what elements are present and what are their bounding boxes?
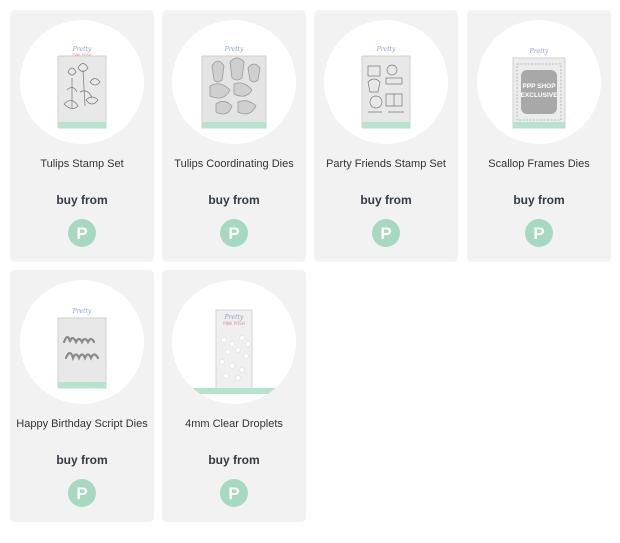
product-name[interactable]: Party Friends Stamp Set xyxy=(318,158,454,170)
svg-text:Pretty: Pretty xyxy=(72,308,92,315)
product-card-scallop-frames-dies[interactable]: Pretty PPP SHOP EXCLUSIVE Scallop Frames… xyxy=(467,10,611,262)
product-name[interactable]: Tulips Stamp Set xyxy=(14,158,150,170)
buy-from-label: buy from xyxy=(513,193,565,207)
pretty-pink-posh-p-icon: P xyxy=(76,223,88,243)
pretty-pink-posh-p-icon: P xyxy=(228,223,240,243)
product-card-tulips-coordinating-dies[interactable]: Pretty Tulips Coordinating Dies buy from… xyxy=(162,10,306,262)
party-friends-package-image: Pretty xyxy=(361,46,411,129)
product-card-tulips-stamp-set[interactable]: Pretty PINK POSH Tulips Stamp Set buy fr… xyxy=(10,10,154,262)
product-name[interactable]: Tulips Coordinating Dies xyxy=(166,158,302,170)
product-name[interactable]: 4mm Clear Droplets xyxy=(166,418,302,430)
buy-from-label: buy from xyxy=(56,193,108,207)
svg-text:PINK POSH: PINK POSH xyxy=(223,321,245,326)
product-grid: Pretty PINK POSH Tulips Stamp Set buy fr… xyxy=(0,0,620,543)
tulips-stamp-package-image: Pretty PINK POSH xyxy=(57,46,107,129)
product-image[interactable]: Pretty xyxy=(20,280,144,404)
svg-text:EXCLUSIVE: EXCLUSIVE xyxy=(521,92,559,99)
scallop-frames-package-image: Pretty PPP SHOP EXCLUSIVE xyxy=(512,48,566,129)
pretty-pink-posh-shop-button[interactable]: P xyxy=(220,219,248,247)
pretty-pink-posh-p-icon: P xyxy=(380,223,392,243)
svg-text:Pretty: Pretty xyxy=(72,46,92,53)
product-image[interactable]: Pretty PINK POSH xyxy=(20,20,144,144)
svg-text:Pretty: Pretty xyxy=(224,314,244,321)
svg-text:PINK POSH: PINK POSH xyxy=(73,53,92,57)
buy-from-label: buy from xyxy=(56,453,108,467)
happy-birthday-package-image: Pretty xyxy=(57,308,107,389)
product-card-party-friends-stamp-set[interactable]: Pretty Party Friends Stamp Set buy from … xyxy=(314,10,458,262)
pretty-pink-posh-p-icon: P xyxy=(228,483,240,503)
buy-from-label: buy from xyxy=(208,193,260,207)
buy-from-label: buy from xyxy=(208,453,260,467)
svg-text:PPP SHOP: PPP SHOP xyxy=(522,83,556,90)
product-image[interactable]: Pretty PPP SHOP EXCLUSIVE xyxy=(477,20,601,144)
product-name[interactable]: Happy Birthday Script Dies xyxy=(14,418,150,430)
pretty-pink-posh-p-icon: P xyxy=(533,223,545,243)
product-image[interactable]: Pretty xyxy=(172,20,296,144)
pretty-pink-posh-shop-button[interactable]: P xyxy=(68,219,96,247)
svg-text:Pretty: Pretty xyxy=(529,48,549,55)
clear-droplets-package-image: Pretty PINK POSH xyxy=(190,309,278,394)
svg-text:Pretty: Pretty xyxy=(224,46,244,53)
svg-text:Pretty: Pretty xyxy=(376,46,396,53)
buy-from-label: buy from xyxy=(360,193,412,207)
product-name[interactable]: Scallop Frames Dies xyxy=(471,158,607,170)
pretty-pink-posh-shop-button[interactable]: P xyxy=(372,219,400,247)
pretty-pink-posh-shop-button[interactable]: P xyxy=(220,479,248,507)
product-card-happy-birthday-script-dies[interactable]: Pretty Happy Birthday Script Dies buy fr… xyxy=(10,270,154,522)
product-card-4mm-clear-droplets[interactable]: Pretty PINK POSH 4mm Clear Droplets buy … xyxy=(162,270,306,522)
pretty-pink-posh-p-icon: P xyxy=(76,483,88,503)
pretty-pink-posh-shop-button[interactable]: P xyxy=(525,219,553,247)
tulips-dies-package-image: Pretty xyxy=(201,46,267,129)
pretty-pink-posh-shop-button[interactable]: P xyxy=(68,479,96,507)
product-image[interactable]: Pretty PINK POSH xyxy=(172,280,296,404)
product-image[interactable]: Pretty xyxy=(324,20,448,144)
